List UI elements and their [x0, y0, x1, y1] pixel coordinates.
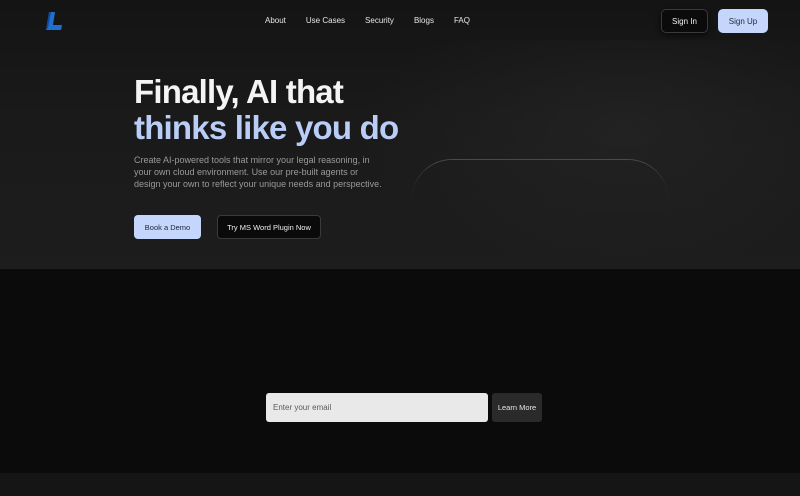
sign-up-button[interactable]: Sign Up: [718, 9, 768, 33]
email-input[interactable]: [266, 393, 488, 422]
nav-link-faq[interactable]: FAQ: [454, 15, 470, 26]
l-logo-icon[interactable]: [42, 11, 64, 31]
nav-link-use-cases[interactable]: Use Cases: [306, 15, 345, 26]
hero-headline-line2: thinks like you do: [134, 109, 399, 146]
hero-decorative-arc: [412, 159, 668, 219]
nav-links: About Use Cases Security Blogs FAQ: [265, 15, 490, 26]
learn-more-button[interactable]: Learn More: [492, 393, 542, 422]
sign-in-button[interactable]: Sign In: [661, 9, 708, 33]
hero-subtitle: Create AI-powered tools that mirror your…: [134, 155, 382, 189]
try-word-plugin-button[interactable]: Try MS Word Plugin Now: [217, 215, 321, 239]
nav-link-about[interactable]: About: [265, 15, 286, 26]
newsletter-section: [0, 269, 800, 473]
nav-link-security[interactable]: Security: [365, 15, 394, 26]
top-nav: About Use Cases Security Blogs FAQ Sign …: [0, 0, 800, 40]
nav-link-blogs[interactable]: Blogs: [414, 15, 434, 26]
footer-strip: [0, 473, 800, 496]
hero-headline-line1: Finally, AI that: [134, 73, 344, 110]
hero-glow: [360, 40, 800, 269]
book-demo-button[interactable]: Book a Demo: [134, 215, 201, 239]
